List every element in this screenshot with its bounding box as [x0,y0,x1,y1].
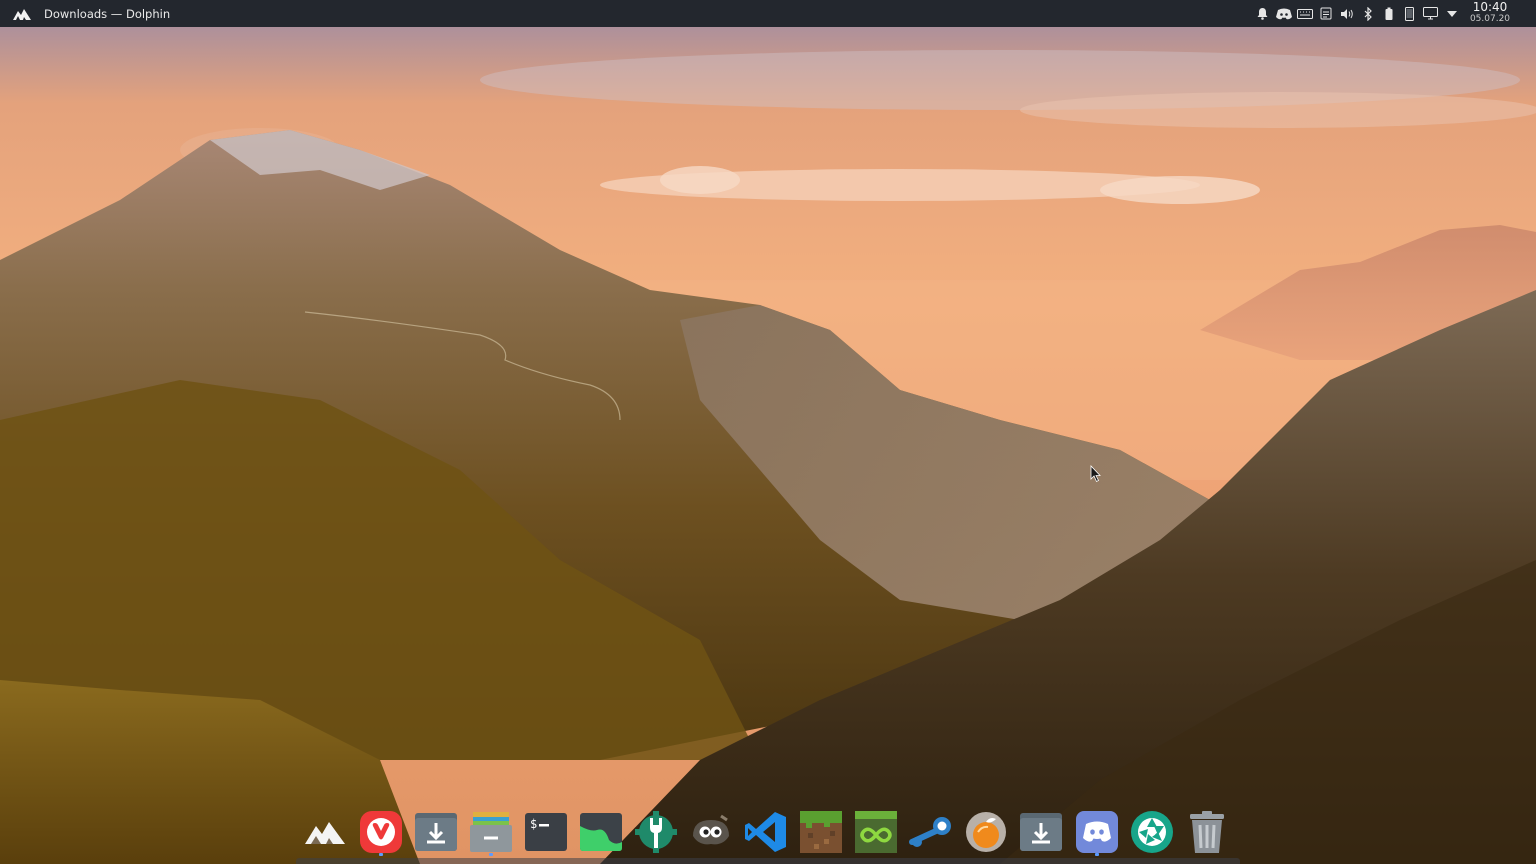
mountain-logo-icon [305,822,345,844]
dock-item-minecraft[interactable] [798,808,844,856]
dock-item-settings[interactable] [633,808,679,856]
trash-icon [1190,811,1224,853]
expand-tray-icon[interactable] [1443,5,1460,22]
dock-item-trash[interactable] [1184,808,1230,856]
dock-item-system-monitor[interactable] [578,808,624,856]
digital-clock[interactable]: 10:40 05.07.20 [1466,1,1514,25]
battery-icon[interactable] [1380,5,1397,22]
dock-item-tomato-timer[interactable] [963,808,1009,856]
dock-item-steam[interactable] [908,808,954,856]
dock-item-downloads-2[interactable] [1018,808,1064,856]
display-icon[interactable] [1422,5,1439,22]
dock-item-archive-manager[interactable] [468,808,514,856]
minecraft-icon [800,811,842,853]
dock-item-loop-app[interactable] [853,808,899,856]
vivaldi-icon [360,811,402,853]
clipboard-icon[interactable] [1317,5,1334,22]
dock-item-vivaldi[interactable] [358,808,404,856]
notifications-icon[interactable] [1254,5,1271,22]
gimp-icon [693,814,729,845]
mountain-logo-icon [13,8,31,20]
svg-text:$: $ [530,817,537,831]
active-window-title: Downloads — Dolphin [44,6,171,21]
running-indicator [379,853,383,856]
dock-background [296,858,1240,864]
terminal-icon: $ [525,813,567,851]
dock-item-camera-app[interactable] [1129,808,1175,856]
archive-icon [470,812,512,852]
dock-item-terminal[interactable]: $ [523,808,569,856]
dock: $ [296,804,1240,864]
dock-item-downloads[interactable] [413,808,459,856]
phone-icon[interactable] [1401,5,1418,22]
orange-icon [966,812,1006,852]
discord-tray-icon[interactable] [1275,5,1292,22]
infinity-icon [855,811,897,853]
aperture-icon [1131,811,1173,853]
wrench-gear-icon [635,811,677,853]
application-menu-button[interactable] [0,0,44,27]
download-folder-icon [415,813,457,851]
system-tray [1254,0,1460,27]
discord-icon [1076,811,1118,853]
dock-item-discord[interactable] [1074,808,1120,856]
volume-icon[interactable] [1338,5,1355,22]
clock-time: 10:40 [1472,0,1508,14]
desktop-wallpaper [0,0,1536,864]
download-folder-icon [1020,813,1062,851]
dock-item-gimp[interactable] [688,808,734,856]
running-indicator [1095,853,1099,856]
bluetooth-icon[interactable] [1359,5,1376,22]
top-panel: Downloads — Dolphin 10:40 05.07.20 [0,0,1536,27]
clock-date: 05.07.20 [1469,14,1511,24]
mouse-cursor-icon [1090,465,1101,483]
keyboard-icon[interactable] [1296,5,1313,22]
dock-item-vscode[interactable] [743,808,789,856]
dock-item-app-launcher[interactable] [302,808,348,856]
vscode-icon [745,812,786,852]
steam-icon [909,817,951,847]
running-indicator [489,853,493,856]
system-monitor-icon [580,813,622,851]
